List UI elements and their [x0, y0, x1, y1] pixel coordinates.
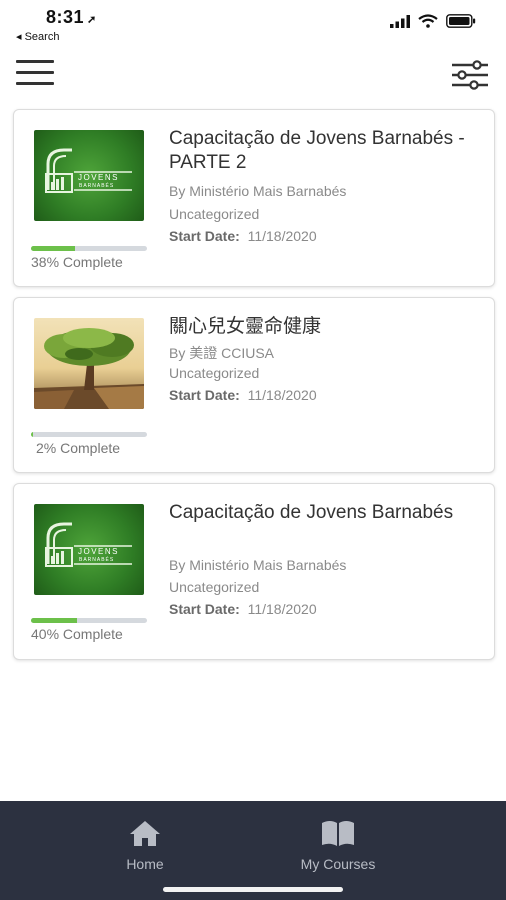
tab-home-label: Home	[126, 856, 164, 872]
progress-label: 40% Complete	[31, 626, 123, 642]
thumb-text-2: BARNABÉS	[79, 182, 114, 189]
status-bar: 8:31 ➚ ◂ Search	[0, 0, 506, 46]
start-date-value: 11/18/2020	[247, 601, 317, 617]
course-thumbnail	[34, 318, 144, 409]
start-date-label: Start Date:	[169, 601, 240, 617]
thumb-text-1: JOVENS	[78, 173, 119, 182]
wifi-icon	[418, 14, 438, 28]
back-to-search-link[interactable]: ◂ Search	[16, 30, 59, 43]
start-date-value: 11/18/2020	[247, 228, 317, 244]
hamburger-icon[interactable]	[16, 60, 58, 90]
location-arrow-icon: ➚	[87, 14, 97, 26]
status-time: 8:31 ➚	[46, 7, 97, 28]
course-category: Uncategorized	[169, 206, 260, 222]
course-title[interactable]: Capacitação de Jovens Barnabés - PARTE 2	[169, 127, 479, 175]
start-date-label: Start Date:	[169, 387, 240, 403]
status-icons	[390, 14, 476, 28]
tab-home[interactable]: Home	[85, 819, 205, 872]
thumb-text-2: BARNABÉS	[79, 556, 114, 563]
tab-my-courses-label: My Courses	[300, 856, 376, 872]
course-author: By 美證 CCIUSA	[169, 345, 275, 361]
course-start-date: Start Date: 11/18/2020	[169, 601, 317, 617]
sliders-icon[interactable]	[450, 58, 490, 92]
status-time-text: 8:31	[46, 7, 85, 27]
course-start-date: Start Date: 11/18/2020	[169, 387, 317, 403]
course-list: JOVENS BARNABÉS 38% Complete Capacitação…	[13, 109, 495, 670]
thumb-text-1: JOVENS	[78, 547, 119, 556]
bottom-tab-bar: Home My Courses	[0, 801, 506, 900]
course-author: By Ministério Mais Barnabés	[169, 183, 347, 199]
start-date-value: 11/18/2020	[247, 387, 317, 403]
start-date-label: Start Date:	[169, 228, 240, 244]
app-screen: 8:31 ➚ ◂ Search JOVENS BARNABÉS 38% Comp…	[0, 0, 506, 900]
progress-fill	[31, 432, 34, 437]
progress-bar	[31, 618, 147, 623]
progress-bar	[31, 432, 147, 437]
open-book-icon	[322, 821, 354, 846]
course-category: Uncategorized	[169, 579, 260, 595]
tab-my-courses[interactable]: My Courses	[278, 819, 398, 872]
home-indicator[interactable]	[163, 887, 343, 892]
course-card[interactable]: 2% Complete 關心兒女靈命健康 By 美證 CCIUSA Uncate…	[13, 297, 495, 473]
progress-fill	[31, 246, 76, 251]
app-header	[0, 52, 506, 102]
course-thumbnail: JOVENS BARNABÉS	[34, 504, 144, 595]
course-title[interactable]: Capacitação de Jovens Barnabés	[169, 501, 479, 525]
course-start-date: Start Date: 11/18/2020	[169, 228, 317, 244]
home-icon	[130, 821, 160, 846]
course-author: By Ministério Mais Barnabés	[169, 557, 347, 573]
progress-fill	[31, 618, 78, 623]
course-title[interactable]: 關心兒女靈命健康	[169, 315, 479, 339]
progress-label: 38% Complete	[31, 254, 123, 270]
progress-label: 2% Complete	[36, 440, 121, 456]
progress-bar	[31, 246, 147, 251]
course-card[interactable]: JOVENS BARNABÉS 40% Complete Capacitação…	[13, 483, 495, 660]
tree-image-icon	[34, 328, 144, 409]
course-category: Uncategorized	[169, 365, 260, 381]
course-thumbnail: JOVENS BARNABÉS	[34, 130, 144, 221]
jovens-logo-icon: JOVENS BARNABÉS	[45, 148, 132, 193]
jovens-logo-icon: JOVENS BARNABÉS	[45, 522, 132, 567]
course-card[interactable]: JOVENS BARNABÉS 38% Complete Capacitação…	[13, 109, 495, 287]
battery-icon	[446, 14, 476, 28]
cellular-signal-icon	[390, 14, 410, 28]
